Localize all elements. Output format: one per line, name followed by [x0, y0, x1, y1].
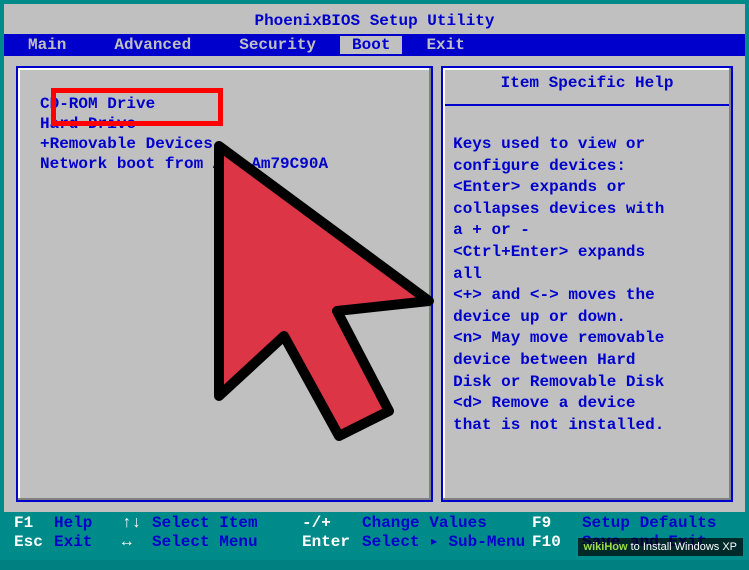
key-leftright: ↔: [122, 533, 152, 552]
label-setup-defaults: Setup Defaults: [582, 514, 735, 533]
watermark-text: to Install Windows XP: [628, 541, 737, 553]
label-change-values: Change Values: [362, 514, 532, 533]
key-f1: F1: [14, 514, 54, 533]
key-f10: F10: [532, 533, 582, 552]
label-select-menu: Select Menu: [152, 533, 302, 552]
boot-item-removable[interactable]: +Removable Devices: [40, 134, 409, 154]
key-updown: ↑↓: [122, 514, 152, 533]
label-exit: Exit: [54, 533, 122, 552]
boot-order-panel: CD-ROM Drive Hard Drive +Removable Devic…: [16, 66, 433, 502]
menu-advanced[interactable]: Advanced: [90, 36, 215, 54]
menu-main[interactable]: Main: [4, 36, 90, 54]
key-f9: F9: [532, 514, 582, 533]
key-plusminus: -/+: [302, 514, 362, 533]
boot-item-hdd[interactable]: Hard Drive: [40, 114, 409, 134]
menu-security[interactable]: Security: [215, 36, 340, 54]
bios-title: PhoenixBIOS Setup Utility: [254, 12, 494, 30]
boot-item-cdrom[interactable]: CD-ROM Drive: [40, 94, 409, 114]
boot-item-network[interactable]: Network boot from AMD Am79C90A: [40, 154, 409, 174]
title-bar: PhoenixBIOS Setup Utility: [0, 0, 749, 34]
menu-bar: Main Advanced Security Boot Exit: [0, 34, 749, 56]
menu-boot[interactable]: Boot: [340, 36, 402, 54]
label-select-item: Select Item: [152, 514, 302, 533]
label-select-submenu: Select ▸ Sub-Menu: [362, 533, 532, 552]
content-area: CD-ROM Drive Hard Drive +Removable Devic…: [0, 56, 749, 512]
key-esc: Esc: [14, 533, 54, 552]
help-header: Item Specific Help: [445, 70, 729, 106]
watermark-brand: wikiHow: [584, 541, 628, 553]
help-text: Keys used to view or configure devices: …: [445, 134, 729, 436]
label-help: Help: [54, 514, 122, 533]
help-panel: Item Specific Help Keys used to view or …: [441, 66, 733, 502]
key-enter: Enter: [302, 533, 362, 552]
menu-exit[interactable]: Exit: [402, 36, 488, 54]
watermark: wikiHow to Install Windows XP: [578, 538, 743, 556]
